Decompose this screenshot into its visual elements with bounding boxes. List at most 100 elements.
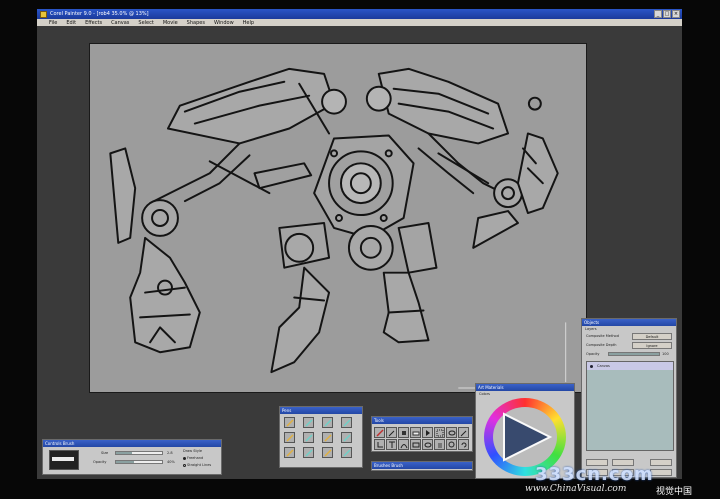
brush-opacity-label: Opacity [93, 460, 107, 464]
oval-shape-tool[interactable] [422, 439, 433, 450]
pen-preset-11[interactable] [322, 447, 333, 458]
watermark-chinese: 视觉中国 [656, 487, 693, 497]
crop-tool[interactable] [374, 439, 385, 450]
colors-subtitle: Colors [479, 392, 490, 396]
eye-icon[interactable] [590, 364, 593, 368]
pen-icon [285, 433, 294, 442]
objects-title: Objects [582, 319, 676, 326]
pen-preset-8[interactable] [341, 432, 352, 443]
menu-select[interactable]: Select [138, 20, 153, 26]
freehand-radio[interactable]: Freehand [183, 456, 203, 460]
delete-layer-button[interactable] [650, 459, 672, 466]
brush-tool[interactable] [374, 427, 385, 438]
rectangle-select-tool[interactable] [434, 427, 445, 438]
menu-help[interactable]: Help [243, 20, 254, 26]
eraser-icon [412, 431, 419, 435]
pen-icon [304, 418, 313, 427]
watermark-site: www.ChinaVisual.com [525, 484, 627, 494]
pen-icon [323, 418, 332, 427]
pens-panel: Pens [279, 406, 363, 468]
brush-preview [49, 450, 79, 470]
close-button[interactable]: × [672, 10, 680, 18]
grabber-tool[interactable] [434, 439, 445, 450]
title-bar: Corel Painter 9.0 - [rob4 35.0% @ 13%] _… [37, 9, 682, 19]
brush-selector-title[interactable]: Brushes Brush [372, 462, 472, 469]
drawing-canvas[interactable] [89, 43, 587, 393]
brush-controls-panel: Controls Brush Size 2.8 Opacity 40% Draw… [42, 439, 222, 475]
brush-size-value: 2.8 [167, 451, 173, 455]
app-icon [40, 10, 47, 18]
pen-preset-12[interactable] [341, 447, 352, 458]
layer-opacity-label: Opacity [586, 352, 600, 356]
color-wheel[interactable] [484, 398, 566, 476]
menu-window[interactable]: Window [214, 20, 234, 26]
lasso-tool[interactable] [446, 427, 457, 438]
pen-preset-1[interactable] [284, 417, 295, 428]
pen-preset-5[interactable] [284, 432, 295, 443]
new-layer-button[interactable] [612, 459, 634, 466]
pen-preset-9[interactable] [284, 447, 295, 458]
brush-controls-title: Controls Brush [43, 440, 221, 447]
menu-movie[interactable]: Movie [163, 20, 178, 26]
draw-style-label: Draw Style [183, 449, 203, 453]
toolbox-grid [374, 427, 469, 450]
robot-sketch-artwork [109, 67, 567, 389]
text-tool[interactable] [386, 439, 397, 450]
pen-icon [323, 448, 332, 457]
window-title: Corel Painter 9.0 - [rob4 35.0% @ 13%] [50, 11, 149, 17]
layer-opacity-slider[interactable] [608, 352, 660, 356]
workspace: Controls Brush Size 2.8 Opacity 40% Draw… [37, 26, 682, 479]
color-triangle[interactable] [484, 398, 566, 476]
brush-opacity-slider[interactable] [115, 460, 163, 464]
minimize-button[interactable]: _ [654, 10, 662, 18]
layer-commands-button[interactable] [586, 469, 608, 476]
paint-bucket-tool[interactable] [398, 427, 409, 438]
menu-edit[interactable]: Edit [66, 20, 76, 26]
magic-wand-tool[interactable] [458, 427, 469, 438]
pen-preset-2[interactable] [303, 417, 314, 428]
rotate-page-tool[interactable] [458, 439, 469, 450]
straight-lines-radio[interactable]: Straight Lines [183, 463, 211, 467]
pen-preset-4[interactable] [341, 417, 352, 428]
brush-size-label: Size [101, 451, 109, 455]
pen-icon [342, 448, 351, 457]
layers-subtitle: Layers [585, 327, 597, 331]
pen-icon [342, 433, 351, 442]
lasso-icon [448, 430, 455, 435]
menu-effects[interactable]: Effects [85, 20, 102, 26]
dropper-tool[interactable] [386, 427, 397, 438]
pen-preset-3[interactable] [322, 417, 333, 428]
dropper-icon [388, 430, 394, 436]
pen-preset-7[interactable] [322, 432, 333, 443]
layer-options-button[interactable] [586, 459, 608, 466]
hand-icon [437, 442, 442, 448]
eraser-tool[interactable] [410, 427, 421, 438]
pens-grid [284, 417, 357, 458]
layer-row[interactable]: Canvas [587, 362, 673, 370]
magnifier-icon [448, 441, 454, 447]
pen-preset-10[interactable] [303, 447, 314, 458]
composite-method-select[interactable]: Default [632, 333, 672, 340]
brush-size-slider[interactable] [115, 451, 163, 455]
menu-shapes[interactable]: Shapes [187, 20, 205, 26]
layer-mask-button[interactable] [650, 469, 672, 476]
colors-panel: Art Materials Colors [475, 383, 575, 479]
pen-icon [304, 433, 313, 442]
pen-preset-6[interactable] [303, 432, 314, 443]
magnifier-tool[interactable] [446, 439, 457, 450]
menu-file[interactable]: File [49, 20, 57, 26]
pen-icon [342, 418, 351, 427]
composite-depth-label: Composite Depth [586, 343, 617, 347]
menu-canvas[interactable]: Canvas [111, 20, 129, 26]
maximize-button[interactable]: □ [663, 10, 671, 18]
wand-icon [460, 430, 466, 436]
brush-icon [375, 428, 384, 437]
layer-adjuster-tool[interactable] [422, 427, 433, 438]
dynamic-plugins-button[interactable] [612, 469, 634, 476]
composite-depth-select[interactable]: Ignore [632, 342, 672, 349]
rectangle-shape-tool[interactable] [410, 439, 421, 450]
arrow-icon [425, 429, 430, 436]
pen-shape-tool[interactable] [398, 439, 409, 450]
rotate-icon [461, 442, 466, 447]
freehand-label: Freehand [187, 456, 204, 460]
